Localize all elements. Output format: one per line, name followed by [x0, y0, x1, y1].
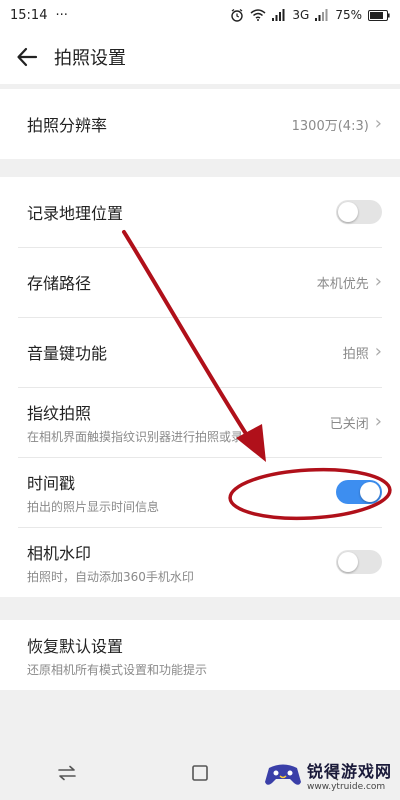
toggle-knob	[338, 202, 358, 222]
setting-subtitle: 拍出的照片显示时间信息	[27, 499, 160, 514]
network-type: 3G	[292, 8, 310, 22]
toggle-knob	[338, 552, 358, 572]
setting-title: 记录地理位置	[27, 204, 124, 223]
setting-subtitle: 还原相机所有模式设置和功能提示	[27, 662, 208, 677]
setting-row-fingerprint[interactable]: 指纹拍照 在相机界面触摸指纹识别器进行拍照或录像 已关闭 ›	[0, 387, 400, 457]
setting-title: 存储路径	[27, 274, 92, 293]
home-button[interactable]	[180, 753, 220, 793]
timestamp-toggle[interactable]	[336, 480, 382, 504]
camera-watermark-toggle[interactable]	[336, 550, 382, 574]
status-time: 15:14	[10, 7, 48, 23]
chevron-right-icon: ›	[374, 411, 382, 432]
arrow-left-icon	[17, 47, 38, 67]
setting-row-storage[interactable]: 存储路径 本机优先 ›	[0, 247, 400, 317]
status-bar: 15:14 ··· 3G 75%	[0, 0, 400, 30]
setting-title: 音量键功能	[27, 344, 108, 363]
wifi-icon	[250, 9, 266, 21]
signal-icon	[272, 9, 285, 21]
setting-title: 恢复默认设置	[27, 636, 124, 656]
setting-value: 拍照	[342, 346, 369, 362]
setting-row-timestamp[interactable]: 时间戳 拍出的照片显示时间信息	[0, 457, 400, 527]
chevron-right-icon: ›	[374, 113, 382, 134]
setting-subtitle: 在相机界面触摸指纹识别器进行拍照或录像	[27, 429, 256, 444]
settings-group-main: 记录地理位置 存储路径 本机优先 › 音量键功能 拍照 › 指纹拍照 在相机界面…	[0, 177, 400, 597]
setting-subtitle: 拍照时，自动添加360手机水印	[27, 569, 194, 584]
app-bar: 拍照设置	[0, 30, 400, 84]
battery-icon	[368, 9, 390, 21]
watermark-title: 锐得游戏网	[306, 762, 392, 781]
setting-title: 指纹拍照	[27, 403, 92, 423]
setting-row-volume-key[interactable]: 音量键功能 拍照 ›	[0, 317, 400, 387]
setting-row-camera-watermark[interactable]: 相机水印 拍照时，自动添加360手机水印	[0, 527, 400, 597]
toggle-knob	[360, 482, 380, 502]
gamepad-logo-icon	[264, 764, 301, 785]
setting-row-reset[interactable]: 恢复默认设置 还原相机所有模式设置和功能提示	[0, 620, 400, 690]
page-title: 拍照设置	[54, 48, 126, 69]
location-toggle[interactable]	[336, 200, 382, 224]
back-button[interactable]	[0, 30, 54, 84]
signal-icon-2	[315, 9, 328, 21]
chevron-right-icon: ›	[374, 341, 382, 362]
setting-title: 时间戳	[27, 473, 76, 493]
settings-group-resolution: 拍照分辨率 1300万(4:3) ›	[0, 89, 400, 159]
battery-level: 75%	[335, 8, 362, 22]
setting-value: 已关闭	[329, 416, 369, 432]
status-dots: ···	[55, 7, 68, 23]
watermark-url: www.ytruide.com	[306, 782, 386, 792]
chevron-right-icon: ›	[374, 271, 382, 292]
setting-row-resolution[interactable]: 拍照分辨率 1300万(4:3) ›	[0, 89, 400, 159]
setting-value: 本机优先	[316, 276, 369, 292]
setting-title: 相机水印	[27, 543, 92, 563]
switch-arrows-icon	[57, 765, 76, 780]
setting-row-location[interactable]: 记录地理位置	[0, 177, 400, 247]
switch-button[interactable]	[47, 753, 87, 793]
site-watermark: 锐得游戏网 www.ytruide.com	[263, 758, 392, 792]
square-icon	[192, 764, 208, 781]
setting-value: 1300万(4:3)	[291, 118, 369, 134]
alarm-icon	[231, 8, 244, 22]
settings-group-reset: 恢复默认设置 还原相机所有模式设置和功能提示	[0, 620, 400, 690]
setting-title: 拍照分辨率	[27, 116, 108, 135]
